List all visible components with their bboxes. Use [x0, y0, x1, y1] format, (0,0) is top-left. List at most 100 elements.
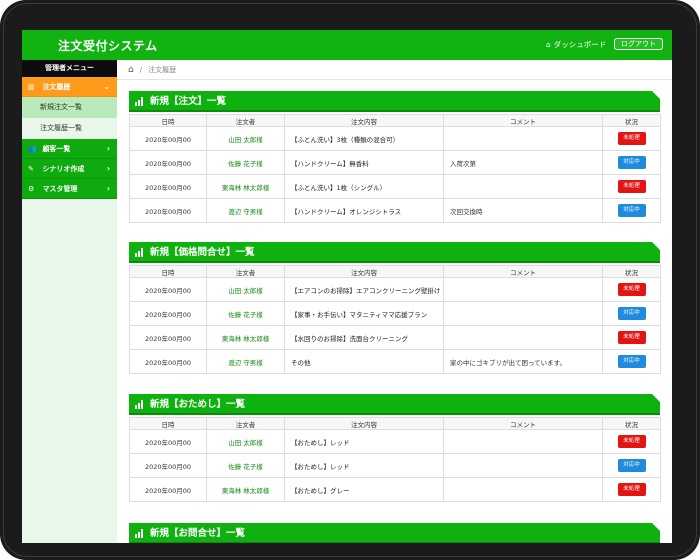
panel-title: 新規【お問合せ】一覧 [129, 523, 660, 543]
cell-content: 【ハンドクリーム】無香料 [284, 150, 444, 175]
cell-name[interactable]: 山田 太郎様 [206, 277, 285, 302]
orders-table: 日時 注文者 注文内容 コメント 状況 2020年00月00 山田 太郎様 【ふとん洗い】3枚… [129, 114, 661, 223]
cell-content: 【水回りのお掃除】洗面台クリーニング [284, 325, 444, 350]
order-panel: 新規【おためし】一覧日時 注文者 注文内容 コメント 状況 2020年00月00 山田 太郎… [129, 394, 661, 502]
status-badge[interactable]: 対応中 [617, 355, 646, 368]
sidebar-item-scenario[interactable]: ✎ シナリオ作成 › [22, 159, 117, 179]
status-badge[interactable]: 未処理 [617, 483, 646, 496]
order-panel: 新規【お問合せ】一覧 [129, 523, 660, 543]
cell-comment: 入荷次第 [443, 150, 603, 175]
panel-title-text: 新規【おためし】一覧 [150, 399, 246, 410]
sidebar-subitem-new-orders[interactable]: 新規注文一覧 [22, 97, 123, 118]
logout-button[interactable]: ログアウト [614, 38, 663, 50]
panel-title: 新規【注文】一覧 [129, 91, 660, 112]
gear-icon: ⚙ [28, 185, 35, 193]
cell-name[interactable]: 佐藤 花子様 [206, 453, 285, 478]
chevron-right-icon: › [106, 144, 110, 153]
cell-status: 未処理 [602, 477, 661, 502]
cell-content: その他 [284, 349, 444, 374]
cell-comment [443, 277, 603, 302]
cell-date: 2020年00月00 [129, 301, 207, 326]
cell-content: 【エアコンのお掃除】エアコンクリーニング壁掛け [284, 277, 444, 302]
home-icon: ⌂ [546, 40, 551, 49]
column-header: 日時 [129, 114, 207, 127]
panel-title: 新規【おためし】一覧 [129, 394, 660, 415]
cell-name[interactable]: 東海林 林太郎様 [206, 325, 285, 350]
chevron-down-icon: ⌄ [103, 82, 110, 91]
table-row[interactable]: 2020年00月00 渡辺 守男様 【ハンドクリーム】オレンジシトラス 次回交換時 対応… [129, 198, 661, 223]
column-header: コメント [443, 417, 603, 430]
order-panel: 新規【注文】一覧 日時 注文者 注文内容 コメント 状況 2020年00月00 山田 太郎様【… [129, 91, 661, 223]
bar-chart-icon [135, 400, 145, 409]
panel-title-text: 新規【価格問合せ】一覧 [150, 247, 255, 258]
status-badge[interactable]: 対応中 [617, 307, 646, 320]
status-badge[interactable]: 未処理 [617, 331, 646, 344]
table-row[interactable]: 2020年00月00 佐藤 花子様 【おためし】レッド 対応中 [129, 453, 661, 478]
status-badge[interactable]: 未処理 [617, 132, 646, 145]
status-badge[interactable]: 対応中 [617, 459, 646, 472]
cell-date: 2020年00月00 [129, 150, 207, 175]
table-row[interactable]: 2020年00月00 東海林 林太郎様 【おためし】グレー 未処理 [129, 477, 661, 502]
cell-name[interactable]: 渡辺 守男様 [206, 198, 285, 223]
status-badge[interactable]: 対応中 [617, 156, 646, 169]
column-header: 状況 [602, 114, 661, 127]
cell-date: 2020年00月00 [129, 325, 207, 350]
cell-content: 【おためし】レッド [284, 453, 444, 478]
orders-table: 日時 注文者 注文内容 コメント 状況 2020年00月00 山田 太郎様 【おためし】レッド… [129, 417, 661, 502]
tablet-frame: 注文受付システム ⌂ ダッシュボード ログアウト 管理者メニュー ▥ 注文履歴 … [0, 0, 700, 560]
dashboard-label: ダッシュボード [553, 40, 607, 49]
cell-date: 2020年00月00 [129, 349, 207, 374]
cell-name[interactable]: 山田 太郎様 [206, 429, 285, 454]
sidebar-subitem-order-history-list[interactable]: 注文履歴一覧 [22, 118, 117, 139]
sidebar-heading: 管理者メニュー [22, 60, 117, 77]
cell-content: 【おためし】グレー [284, 477, 444, 502]
cell-date: 2020年00月00 [129, 277, 207, 302]
cell-content: 【ふとん洗い】1枚（シングル） [284, 174, 444, 199]
table-row[interactable]: 2020年00月00 佐藤 花子様 【家事・お手伝い】マタニティママ応援プラン 対応中 [129, 301, 661, 326]
sidebar-item-customers[interactable]: 👥 顧客一覧 › [22, 139, 117, 159]
column-header: 注文内容 [284, 417, 444, 430]
sidebar-item-order-history[interactable]: ▥ 注文履歴 ⌄ [22, 77, 117, 97]
column-header: 状況 [602, 265, 661, 278]
screen: 注文受付システム ⌂ ダッシュボード ログアウト 管理者メニュー ▥ 注文履歴 … [22, 30, 672, 543]
table-row[interactable]: 2020年00月00 東海林 林太郎様 【ふとん洗い】1枚（シングル） 未処理 [129, 174, 661, 199]
sidebar-item-label: 顧客一覧 [42, 145, 71, 153]
sidebar-item-label: マスタ管理 [42, 185, 78, 193]
chevron-right-icon: › [106, 164, 110, 173]
cell-name[interactable]: 佐藤 花子様 [206, 301, 285, 326]
sidebar-item-master[interactable]: ⚙ マスタ管理 › [22, 179, 117, 199]
home-icon[interactable]: ⌂ [128, 60, 134, 80]
table-row[interactable]: 2020年00月00 山田 太郎様 【エアコンのお掃除】エアコンクリーニング壁掛け 未… [129, 277, 661, 302]
status-badge[interactable]: 未処理 [617, 180, 646, 193]
cell-name[interactable]: 東海林 林太郎様 [206, 174, 285, 199]
cell-date: 2020年00月00 [129, 174, 207, 199]
cell-status: 未処理 [602, 126, 661, 151]
table-row[interactable]: 2020年00月00 渡辺 守男様 その他 家の中にゴキブリが出て困っています。 対応中 [129, 349, 661, 374]
column-header: 注文者 [206, 417, 285, 430]
sidebar: 管理者メニュー ▥ 注文履歴 ⌄ 新規注文一覧 注文履歴一覧 👥 顧客一覧 › … [22, 60, 123, 543]
status-badge[interactable]: 未処理 [617, 435, 646, 448]
dashboard-link[interactable]: ⌂ ダッシュボード [546, 39, 606, 50]
table-row[interactable]: 2020年00月00 東海林 林太郎様 【水回りのお掃除】洗面台クリーニング 未処理 [129, 325, 661, 350]
status-badge[interactable]: 対応中 [617, 204, 646, 217]
order-panel: 新規【価格問合せ】一覧 日時 注文者 注文内容 コメント 状況 2020年00月00 山田 太… [129, 242, 661, 374]
table-row[interactable]: 2020年00月00 山田 太郎様 【ふとん洗い】3枚（種類の混合可） 未処理 [129, 126, 661, 151]
cell-name[interactable]: 山田 太郎様 [206, 126, 285, 151]
cell-name[interactable]: 渡辺 守男様 [206, 349, 285, 374]
top-header: 注文受付システム ⌂ ダッシュボード ログアウト [22, 30, 672, 60]
cell-comment [443, 325, 603, 350]
cell-content: 【家事・お手伝い】マタニティママ応援プラン [284, 301, 444, 326]
cell-status: 未処理 [602, 325, 661, 350]
breadcrumb-separator: / [139, 65, 143, 74]
table-row[interactable]: 2020年00月00 佐藤 花子様 【ハンドクリーム】無香料 入荷次第 対応中 [129, 150, 661, 175]
table-row[interactable]: 2020年00月00 山田 太郎様 【おためし】レッド 未処理 [129, 429, 661, 454]
panel-title: 新規【価格問合せ】一覧 [129, 242, 660, 263]
column-header: 日時 [129, 265, 207, 278]
column-header: 注文内容 [284, 265, 444, 278]
cell-date: 2020年00月00 [129, 453, 207, 478]
cell-name[interactable]: 東海林 林太郎様 [206, 477, 285, 502]
status-badge[interactable]: 未処理 [617, 283, 646, 296]
cell-date: 2020年00月00 [129, 429, 207, 454]
bar-chart-icon [135, 97, 145, 106]
cell-name[interactable]: 佐藤 花子様 [206, 150, 285, 175]
